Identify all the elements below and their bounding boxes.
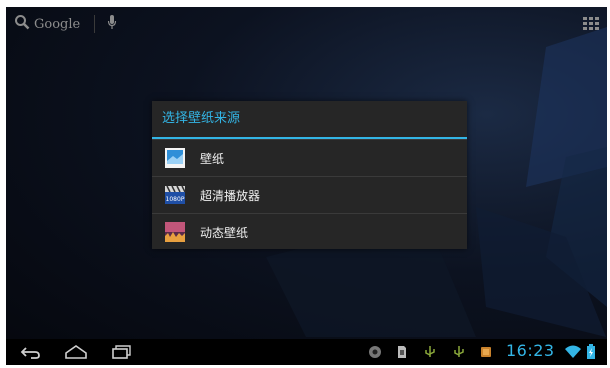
battery-icon[interactable] [586, 344, 596, 364]
voice-search-icon[interactable] [107, 14, 117, 34]
usb-debugging-icon[interactable] [453, 344, 465, 363]
option-label: 超清播放器 [200, 188, 261, 203]
sd-card-icon[interactable] [397, 344, 407, 363]
option-live-wallpaper[interactable]: 动态壁纸 [152, 213, 467, 250]
search-divider [94, 15, 96, 33]
option-label: 动态壁纸 [200, 225, 249, 240]
hd-player-icon: 1080P [164, 184, 186, 206]
app-notification-icon[interactable] [368, 344, 382, 363]
choose-wallpaper-dialog: 选择壁纸来源 壁纸 1080P 超清播放器 动态壁纸 [152, 101, 467, 249]
download-notification-icon[interactable] [480, 344, 492, 363]
option-wallpaper[interactable]: 壁纸 [152, 139, 467, 176]
apps-grid-icon[interactable] [583, 16, 599, 30]
option-hd-player[interactable]: 1080P 超清播放器 [152, 176, 467, 213]
clock[interactable]: 16:23 [506, 341, 555, 360]
live-wallpaper-icon [164, 221, 186, 243]
search-icon [14, 14, 30, 34]
dialog-title: 选择壁纸来源 [152, 101, 467, 139]
home-button[interactable] [64, 343, 88, 361]
recent-apps-button[interactable] [110, 343, 132, 361]
home-screen: Google 选择壁纸来源 壁纸 1080P 超清播放器 动态壁纸 16:23 [6, 7, 607, 365]
wifi-icon[interactable] [564, 344, 582, 363]
wallpaper-icon [164, 147, 186, 169]
svg-text:1080P: 1080P [166, 196, 185, 203]
google-search-bar[interactable]: Google [14, 13, 117, 35]
usb-connected-icon[interactable] [424, 344, 436, 363]
google-label: Google [34, 16, 81, 32]
back-button[interactable] [20, 343, 42, 361]
system-bar: 16:23 [6, 339, 607, 365]
option-label: 壁纸 [200, 151, 225, 166]
